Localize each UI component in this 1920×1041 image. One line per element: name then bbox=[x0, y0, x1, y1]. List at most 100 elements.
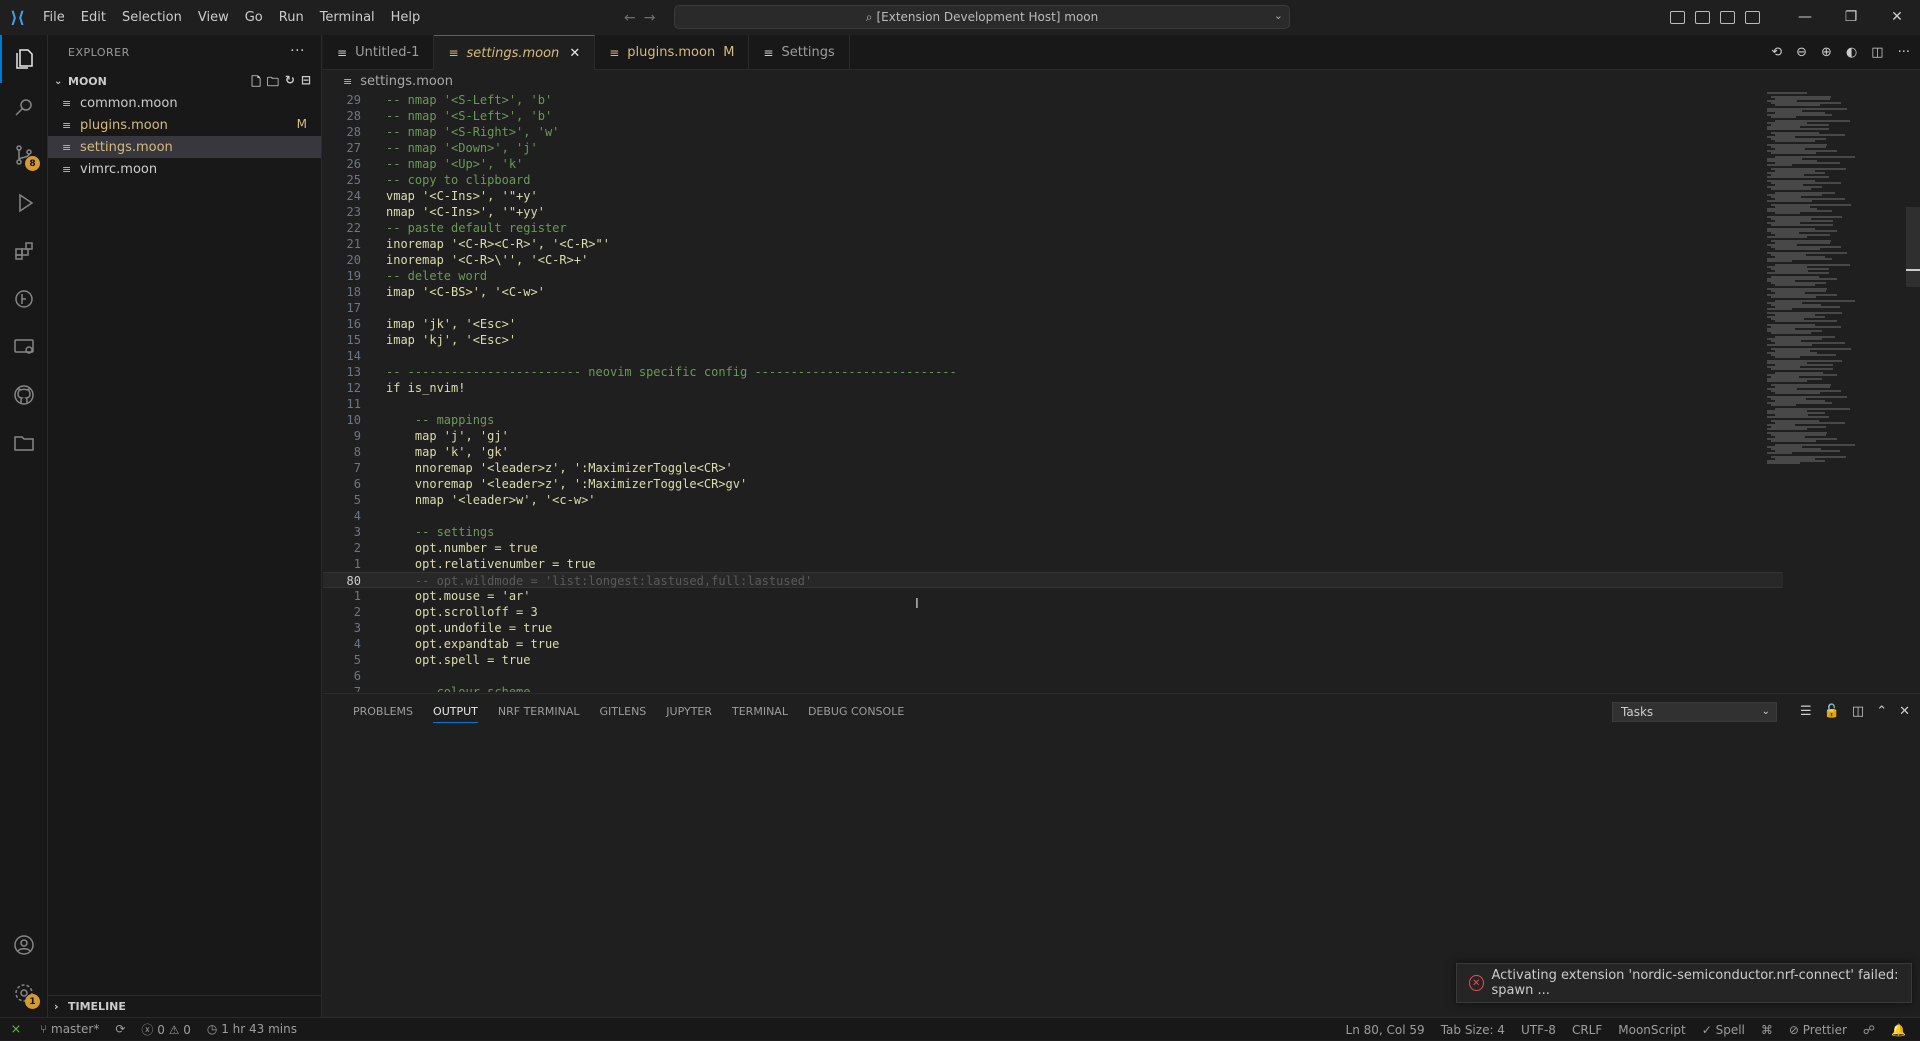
open-in-editor-icon[interactable]: ◫ bbox=[1852, 704, 1864, 719]
source-control-icon[interactable]: 8 bbox=[0, 131, 48, 179]
remote-indicator-icon[interactable]: ⨯ bbox=[0, 1018, 32, 1041]
code-line[interactable]: 25 -- copy to clipboard bbox=[323, 172, 1783, 188]
toggle-panel-icon[interactable] bbox=[1695, 11, 1710, 24]
menu-view[interactable]: View bbox=[190, 0, 237, 35]
gitlens-icon[interactable] bbox=[0, 275, 48, 323]
restore-button[interactable]: ❐ bbox=[1828, 0, 1874, 35]
folder-moon[interactable]: ⌄ MOON 🗋 🗀 ↻ ⊟ bbox=[48, 70, 321, 92]
code-line[interactable]: 12 if is_nvim! bbox=[323, 380, 1783, 396]
notifications-bell-icon[interactable]: 🔔 bbox=[1883, 1023, 1914, 1037]
file-vimrc-moon[interactable]: ≡ vimrc.moon bbox=[48, 158, 321, 180]
toggle-secondary-sidebar-icon[interactable] bbox=[1720, 11, 1735, 24]
code-line[interactable]: 7 nnoremap '<leader>z', ':MaximizerToggl… bbox=[323, 460, 1783, 476]
code-line[interactable]: 5 nmap '<leader>w', '<c-w>' bbox=[323, 492, 1783, 508]
code-line[interactable]: 4 opt.expandtab = true bbox=[323, 636, 1783, 652]
manage-gear-icon[interactable]: 1 bbox=[0, 969, 48, 1017]
code-line[interactable]: 9 map 'j', 'gj' bbox=[323, 428, 1783, 444]
code-line[interactable]: 22 -- paste default register bbox=[323, 220, 1783, 236]
file-settings-moon[interactable]: ≡ settings.moon bbox=[48, 136, 321, 158]
close-window-button[interactable]: ✕ bbox=[1874, 0, 1920, 35]
menu-help[interactable]: Help bbox=[383, 0, 429, 35]
split-editor-icon[interactable]: ◫ bbox=[1871, 45, 1883, 60]
customize-layout-icon[interactable] bbox=[1745, 11, 1760, 24]
error-notification[interactable]: ✕ Activating extension 'nordic-semicondu… bbox=[1456, 963, 1912, 1003]
code-line[interactable]: 2 opt.number = true bbox=[323, 540, 1783, 556]
tab-settings[interactable]: ≡ Settings bbox=[749, 35, 850, 70]
toggle-primary-sidebar-icon[interactable] bbox=[1670, 11, 1685, 24]
more-actions-icon[interactable]: ··· bbox=[1898, 45, 1910, 60]
prettier-status[interactable]: ⊘ Prettier bbox=[1781, 1023, 1855, 1037]
project-manager-icon[interactable] bbox=[0, 419, 48, 467]
code-line[interactable]: 14 bbox=[323, 348, 1783, 364]
minimize-button[interactable]: — bbox=[1782, 0, 1828, 35]
maximize-panel-icon[interactable]: ⌃ bbox=[1876, 704, 1887, 719]
tab-size[interactable]: Tab Size: 4 bbox=[1433, 1023, 1513, 1037]
code-editor[interactable]: 29 -- nmap '<S-Left>', 'b' 28 -- nmap '<S-L… bbox=[323, 92, 1920, 692]
search-view-icon[interactable] bbox=[0, 83, 48, 131]
code-line[interactable]: 26 -- nmap '<Up>', 'k' bbox=[323, 156, 1783, 172]
code-line[interactable]: 18 imap '<C-BS>', '<C-w>' bbox=[323, 284, 1783, 300]
github-icon[interactable] bbox=[0, 371, 48, 419]
code-line[interactable]: 3 opt.undofile = true bbox=[323, 620, 1783, 636]
timeline-section[interactable]: › TIMELINE bbox=[48, 995, 322, 1017]
branch-status[interactable]: ⑂ master* bbox=[32, 1022, 107, 1036]
clear-output-icon[interactable]: ☰ bbox=[1800, 704, 1812, 719]
code-line[interactable]: 23 nmap '<C-Ins>', '"+yy' bbox=[323, 204, 1783, 220]
code-line[interactable]: 27 -- nmap '<Down>', 'j' bbox=[323, 140, 1783, 156]
code-line[interactable]: 5 opt.spell = true bbox=[323, 652, 1783, 668]
tab-terminal[interactable]: TERMINAL bbox=[722, 694, 798, 729]
previous-change-icon[interactable]: ⊖ bbox=[1796, 45, 1807, 60]
code-line[interactable]: 7 -- colour scheme bbox=[323, 684, 1783, 692]
command-center[interactable]: ⌕ [Extension Development Host] moon ⌄ bbox=[674, 5, 1290, 29]
file-common-moon[interactable]: ≡ common.moon bbox=[48, 92, 321, 114]
tab-problems[interactable]: PROBLEMS bbox=[343, 694, 423, 729]
code-line[interactable]: 4 bbox=[323, 508, 1783, 524]
code-line[interactable]: 1 opt.relativenumber = true bbox=[323, 556, 1783, 572]
code-line[interactable]: 10 -- mappings bbox=[323, 412, 1783, 428]
forward-arrow-icon[interactable]: → bbox=[644, 10, 656, 26]
code-line[interactable]: 6 vnoremap '<leader>z', ':MaximizerToggl… bbox=[323, 476, 1783, 492]
extensions-icon[interactable] bbox=[0, 227, 48, 275]
encoding[interactable]: UTF-8 bbox=[1513, 1023, 1564, 1037]
chevron-down-icon[interactable]: ⌄ bbox=[1274, 9, 1283, 22]
code-line[interactable]: 15 imap 'kj', '<Esc>' bbox=[323, 332, 1783, 348]
code-line[interactable]: 19 -- delete word bbox=[323, 268, 1783, 284]
code-line[interactable]: 2 opt.scrolloff = 3 bbox=[323, 604, 1783, 620]
code-line[interactable]: 21 inoremap '<C-R><C-R>', '<C-R>"' bbox=[323, 236, 1783, 252]
editor-scrollbar[interactable] bbox=[1906, 207, 1920, 287]
more-actions-icon[interactable]: ··· bbox=[290, 43, 305, 59]
refresh-icon[interactable]: ↻ bbox=[285, 73, 295, 94]
language-mode[interactable]: MoonScript bbox=[1610, 1023, 1693, 1037]
code-line[interactable]: 24 vmap '<C-Ins>', '"+y' bbox=[323, 188, 1783, 204]
code-line[interactable]: 29 -- nmap '<S-Left>', 'b' bbox=[323, 92, 1783, 108]
cursor-position[interactable]: Ln 80, Col 59 bbox=[1338, 1023, 1433, 1037]
menu-file[interactable]: File bbox=[35, 0, 73, 35]
new-file-icon[interactable]: 🗋 bbox=[251, 73, 261, 94]
menu-edit[interactable]: Edit bbox=[73, 0, 114, 35]
run-debug-icon[interactable] bbox=[0, 179, 48, 227]
menu-terminal[interactable]: Terminal bbox=[312, 0, 383, 35]
tab-debug-console[interactable]: DEBUG CONSOLE bbox=[798, 694, 914, 729]
problems-status[interactable]: ⓧ 0 ⚠ 0 bbox=[133, 1021, 199, 1038]
code-line[interactable]: 13 -- ------------------------ neovim spe… bbox=[323, 364, 1783, 380]
code-line[interactable]: 28 -- nmap '<S-Right>', 'w' bbox=[323, 124, 1783, 140]
code-line[interactable]: 11 bbox=[323, 396, 1783, 412]
minimap[interactable] bbox=[1767, 92, 1882, 692]
tab-untitled-1[interactable]: ≡ Untitled-1 bbox=[323, 35, 435, 70]
new-folder-icon[interactable]: 🗀 bbox=[267, 73, 279, 94]
menu-run[interactable]: Run bbox=[271, 0, 312, 35]
feedback-icon[interactable]: ☍ bbox=[1855, 1023, 1883, 1037]
accounts-icon[interactable] bbox=[0, 921, 48, 969]
code-line[interactable]: 8 map 'k', 'gk' bbox=[323, 444, 1783, 460]
tab-nrf-terminal[interactable]: NRF TERMINAL bbox=[488, 694, 590, 729]
code-lines[interactable]: 29 -- nmap '<S-Left>', 'b' 28 -- nmap '<S-L… bbox=[323, 92, 1783, 692]
file-plugins-moon[interactable]: ≡ plugins.moon M bbox=[48, 114, 321, 136]
git-compare-icon[interactable]: ⟲ bbox=[1771, 45, 1782, 60]
gitlens-blame-icon[interactable]: ◐ bbox=[1846, 45, 1857, 60]
menu-selection[interactable]: Selection bbox=[114, 0, 190, 35]
code-line[interactable]: 1 opt.mouse = 'ar' bbox=[323, 588, 1783, 604]
line-ending[interactable]: CRLF bbox=[1564, 1023, 1610, 1037]
spell-status[interactable]: ✓ Spell bbox=[1694, 1023, 1753, 1037]
sync-icon[interactable]: ⟳ bbox=[107, 1022, 133, 1036]
collapse-all-icon[interactable]: ⊟ bbox=[301, 73, 311, 94]
